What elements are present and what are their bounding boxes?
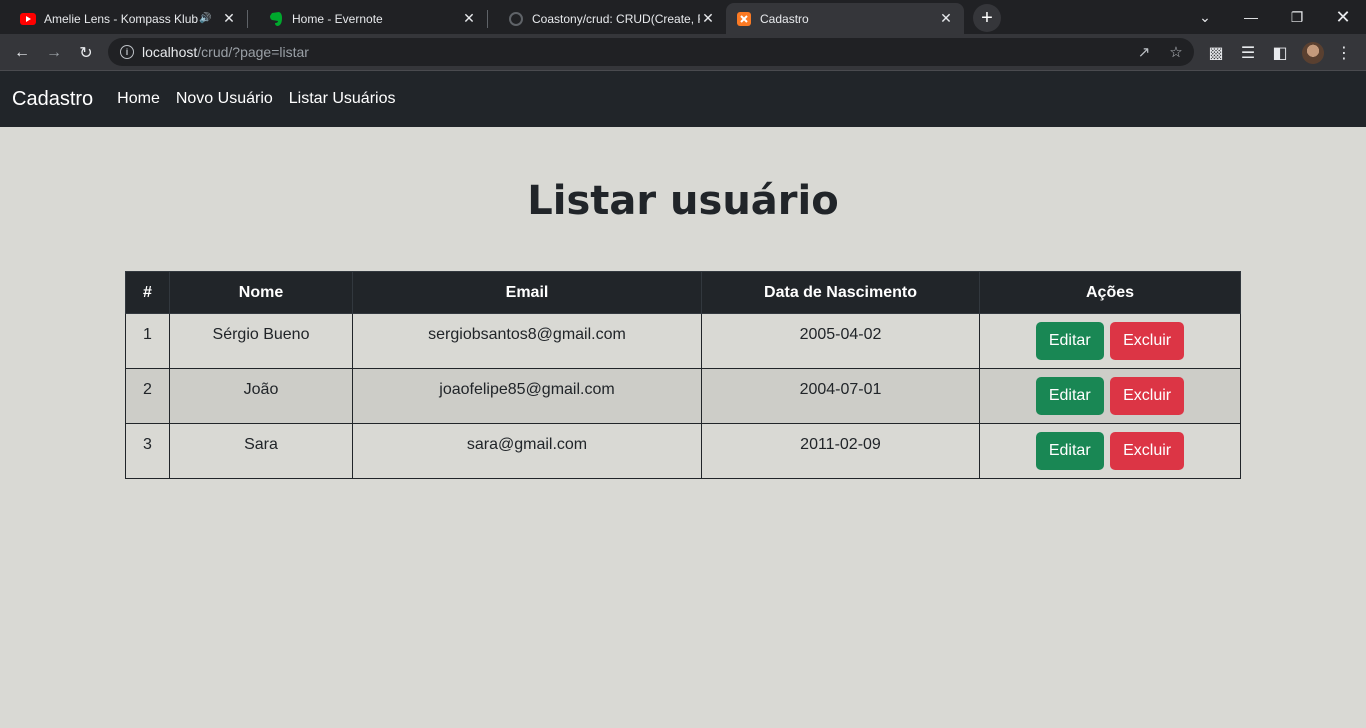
delete-button[interactable]: Excluir xyxy=(1110,322,1185,360)
edit-button[interactable]: Editar xyxy=(1035,377,1104,415)
cell-email: sara@gmail.com xyxy=(352,423,702,479)
browser-tab-github[interactable]: Coastony/crud: CRUD(Create, Re ✕ xyxy=(488,3,726,34)
tab-search-icon[interactable]: ⌄ xyxy=(1182,0,1228,34)
cell-id: 1 xyxy=(125,313,170,369)
tab-title: Cadastro xyxy=(760,11,809,26)
edit-button[interactable]: Editar xyxy=(1035,432,1104,470)
close-window-button[interactable]: ✕ xyxy=(1320,0,1366,34)
table-row: 3 Sara sara@gmail.com 2011-02-09 Editar … xyxy=(125,423,1241,479)
navbar-brand[interactable]: Cadastro xyxy=(12,88,93,111)
nav-link-listar-usuarios[interactable]: Listar Usuários xyxy=(289,90,396,108)
media-queue-icon[interactable]: ☰ xyxy=(1234,39,1262,67)
users-table: # Nome Email Data de Nascimento Ações 1 … xyxy=(125,271,1241,479)
column-header-email: Email xyxy=(352,271,702,314)
nav-link-novo-usuario[interactable]: Novo Usuário xyxy=(176,90,273,108)
github-icon xyxy=(508,11,524,27)
url-path: /crud/?page=listar xyxy=(197,44,309,60)
cell-nascimento: 2005-04-02 xyxy=(701,313,980,369)
delete-button[interactable]: Excluir xyxy=(1110,377,1185,415)
share-icon[interactable]: ↗ xyxy=(1130,38,1158,66)
cell-id: 2 xyxy=(125,368,170,424)
youtube-icon xyxy=(20,11,36,27)
side-panel-icon[interactable]: ◧ xyxy=(1266,39,1294,67)
edit-button[interactable]: Editar xyxy=(1035,322,1104,360)
extensions-puzzle-icon[interactable]: ▩ xyxy=(1202,39,1230,67)
browser-toolbar: ← → ↻ i localhost/crud/?page=listar ↗ ☆ … xyxy=(0,34,1366,71)
app-navbar: Cadastro Home Novo Usuário Listar Usuári… xyxy=(0,71,1366,127)
cell-actions: Editar Excluir xyxy=(979,368,1241,424)
browser-tab-strip: Amelie Lens - Kompass Klub 🔊 ✕ Home - Ev… xyxy=(0,0,1366,34)
column-header-acoes: Ações xyxy=(979,271,1241,314)
cell-email: sergiobsantos8@gmail.com xyxy=(352,313,702,369)
restore-button[interactable]: ❐ xyxy=(1274,0,1320,34)
tab-title: Home - Evernote xyxy=(292,11,383,26)
cell-nome: João xyxy=(169,368,353,424)
tab-title: Amelie Lens - Kompass Klub xyxy=(44,11,199,26)
table-row: 1 Sérgio Bueno sergiobsantos8@gmail.com … xyxy=(125,313,1241,369)
column-header-nome: Nome xyxy=(169,271,353,314)
url-host: localhost xyxy=(142,44,198,60)
cell-actions: Editar Excluir xyxy=(979,313,1241,369)
close-tab-icon[interactable]: ✕ xyxy=(461,10,477,27)
close-tab-icon[interactable]: ✕ xyxy=(221,10,237,27)
site-info-icon[interactable]: i xyxy=(120,45,134,59)
forward-arrow-icon[interactable]: → xyxy=(40,39,68,67)
more-menu-icon[interactable]: ⋮ xyxy=(1330,39,1358,67)
cell-id: 3 xyxy=(125,423,170,479)
close-tab-icon[interactable]: ✕ xyxy=(700,10,716,27)
audio-playing-icon[interactable]: 🔊 xyxy=(199,13,213,24)
cell-email: joaofelipe85@gmail.com xyxy=(352,368,702,424)
address-bar[interactable]: i localhost/crud/?page=listar ↗ ☆ xyxy=(108,38,1194,66)
xampp-icon xyxy=(736,11,752,27)
cell-nascimento: 2004-07-01 xyxy=(701,368,980,424)
browser-tab-cadastro[interactable]: Cadastro ✕ xyxy=(726,3,964,34)
cell-nascimento: 2011-02-09 xyxy=(701,423,980,479)
tab-title: Coastony/crud: CRUD(Create, Re xyxy=(532,11,700,26)
delete-button[interactable]: Excluir xyxy=(1110,432,1185,470)
column-header-nascimento: Data de Nascimento xyxy=(701,271,980,314)
close-tab-icon[interactable]: ✕ xyxy=(938,10,954,27)
table-header-row: # Nome Email Data de Nascimento Ações xyxy=(125,271,1241,314)
bookmark-star-icon[interactable]: ☆ xyxy=(1162,38,1190,66)
reload-icon[interactable]: ↻ xyxy=(72,39,100,67)
column-header-id: # xyxy=(125,271,170,314)
browser-tab-evernote[interactable]: Home - Evernote ✕ xyxy=(248,3,487,34)
profile-avatar[interactable] xyxy=(1302,42,1324,64)
page-title: Listar usuário xyxy=(527,178,839,224)
back-arrow-icon[interactable]: ← xyxy=(8,39,36,67)
browser-tab-youtube[interactable]: Amelie Lens - Kompass Klub 🔊 ✕ xyxy=(0,3,247,34)
table-row: 2 João joaofelipe85@gmail.com 2004-07-01… xyxy=(125,368,1241,424)
cell-nome: Sérgio Bueno xyxy=(169,313,353,369)
new-tab-button[interactable]: + xyxy=(973,4,1001,32)
evernote-icon xyxy=(268,11,284,27)
nav-link-home[interactable]: Home xyxy=(117,90,160,108)
minimize-button[interactable]: — xyxy=(1228,0,1274,34)
cell-actions: Editar Excluir xyxy=(979,423,1241,479)
cell-nome: Sara xyxy=(169,423,353,479)
